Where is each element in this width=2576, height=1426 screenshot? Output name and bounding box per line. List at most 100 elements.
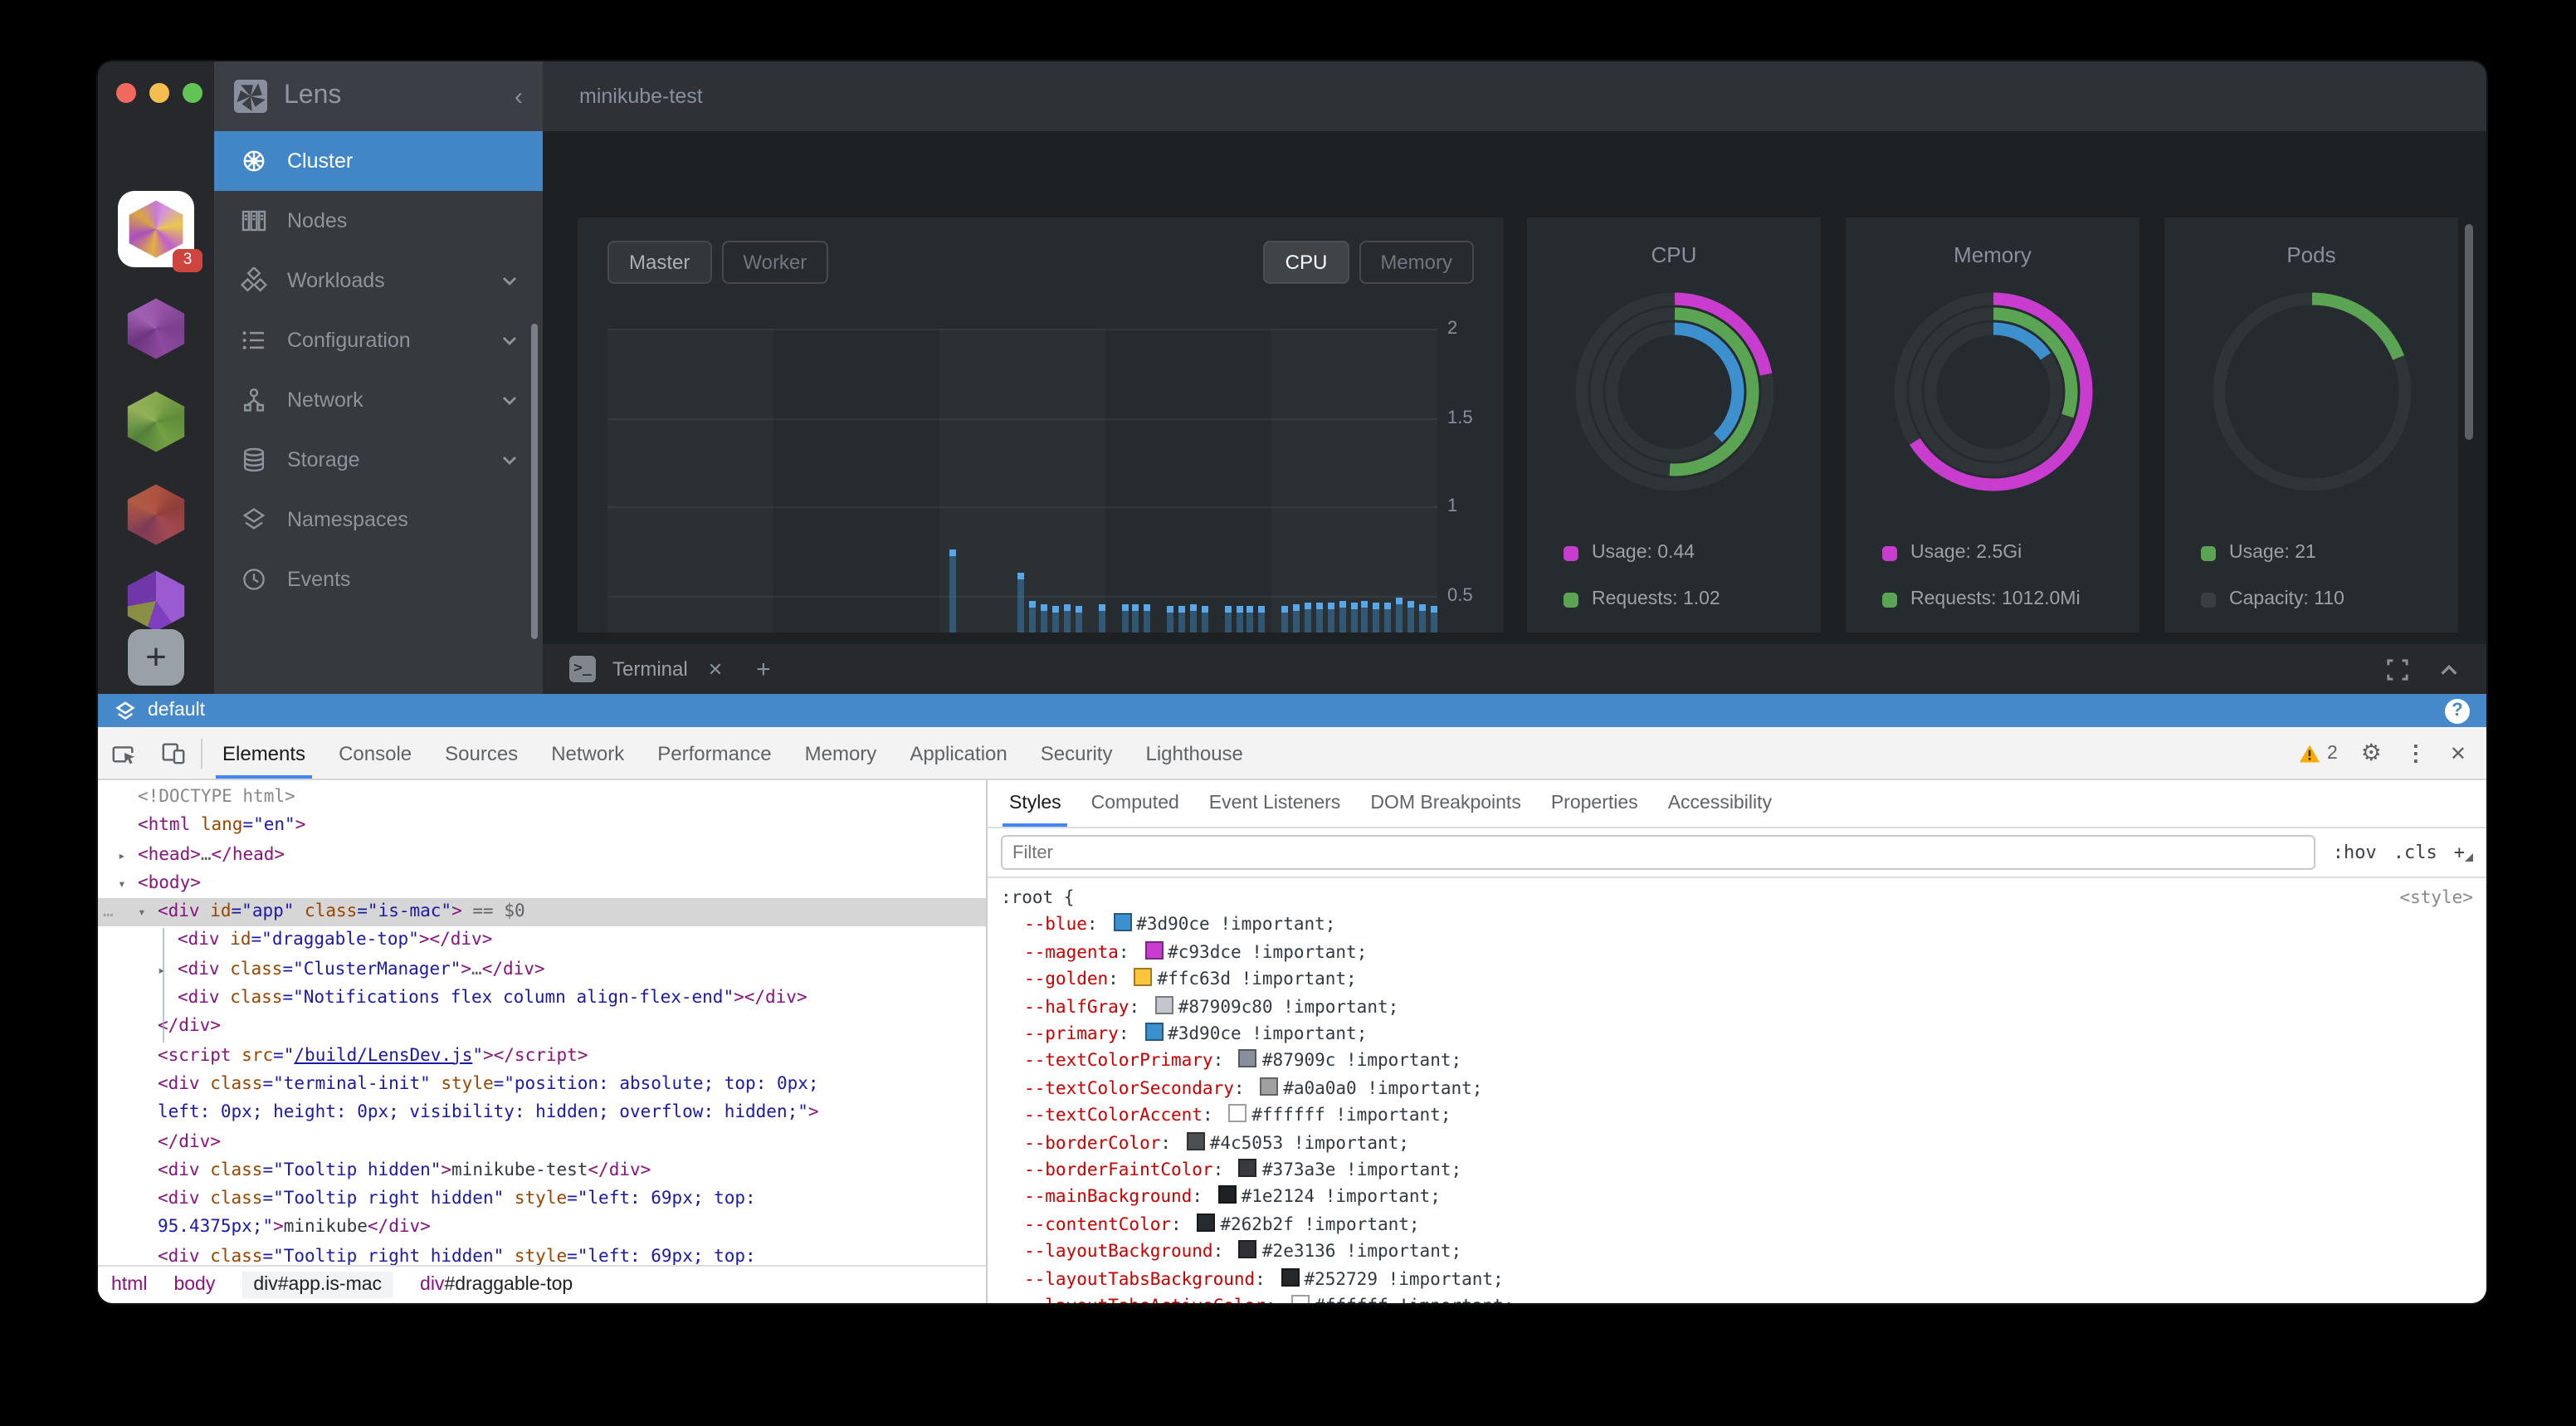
dom-node[interactable]: 95.4375px;">minikube</div> bbox=[98, 1214, 986, 1243]
devtools-tab-memory[interactable]: Memory bbox=[788, 727, 894, 779]
dom-node[interactable]: ▸<head>…</head> bbox=[98, 841, 986, 870]
devtools-tab-security[interactable]: Security bbox=[1024, 727, 1129, 779]
sidebar-item-namespaces[interactable]: Namespaces bbox=[214, 490, 543, 549]
color-swatch[interactable] bbox=[1218, 1186, 1237, 1204]
chevron-down-icon[interactable] bbox=[500, 390, 520, 410]
css-declaration[interactable]: --golden: #ffc63d !important; bbox=[1001, 966, 2473, 994]
toggle-pseudo-button[interactable]: :hov bbox=[2333, 842, 2377, 863]
dom-node[interactable]: <div class="Tooltip right hidden" style=… bbox=[98, 1243, 986, 1266]
css-declaration[interactable]: --contentColor: #262b2f !important; bbox=[1001, 1212, 2473, 1239]
color-swatch[interactable] bbox=[1144, 1023, 1163, 1041]
css-declaration[interactable]: --halfGray: #87909c80 !important; bbox=[1001, 994, 2473, 1021]
dom-node[interactable]: <div class="terminal-init" style="positi… bbox=[98, 1071, 986, 1100]
styles-tab-computed[interactable]: Computed bbox=[1076, 780, 1194, 827]
expand-arrow-open-icon[interactable]: ▾ bbox=[118, 870, 126, 899]
active-namespace[interactable]: default bbox=[148, 701, 205, 720]
css-declaration[interactable]: --primary: #3d90ce !important; bbox=[1001, 1021, 2473, 1048]
dom-node[interactable]: <!DOCTYPE html> bbox=[98, 784, 986, 813]
css-rules[interactable]: :root { <style> --blue: #3d90ce !importa… bbox=[988, 878, 2486, 1303]
terminal-add-icon[interactable]: + bbox=[756, 655, 771, 683]
add-cluster-button[interactable]: + bbox=[128, 629, 184, 686]
sidebar-item-configuration[interactable]: Configuration bbox=[214, 310, 543, 370]
gear-icon[interactable]: ⚙ bbox=[2361, 739, 2382, 767]
breadcrumb-item[interactable]: html bbox=[111, 1275, 147, 1295]
dom-tree[interactable]: <!DOCTYPE html><html lang="en">▸<head>…<… bbox=[98, 780, 986, 1265]
devtools-tab-network[interactable]: Network bbox=[534, 727, 641, 779]
device-toolbar-icon[interactable] bbox=[148, 727, 198, 779]
dom-node[interactable]: </div> bbox=[98, 1128, 986, 1157]
worker-toggle-button[interactable]: Worker bbox=[721, 241, 828, 284]
expand-arrow-closed-icon[interactable]: ▸ bbox=[158, 956, 166, 985]
color-swatch[interactable] bbox=[1239, 1241, 1257, 1259]
inspect-element-icon[interactable] bbox=[98, 727, 148, 779]
master-toggle-button[interactable]: Master bbox=[607, 241, 711, 284]
css-declaration[interactable]: --layoutTabsBackground: #252729 !importa… bbox=[1001, 1266, 2473, 1293]
devtools-tab-performance[interactable]: Performance bbox=[641, 727, 788, 779]
devtools-tab-lighthouse[interactable]: Lighthouse bbox=[1129, 727, 1259, 779]
dashboard-scrollbar[interactable] bbox=[2465, 224, 2473, 440]
css-declaration[interactable]: --textColorPrimary: #87909c !important; bbox=[1001, 1048, 2473, 1076]
sidebar-collapse-icon[interactable]: ‹ bbox=[515, 82, 523, 110]
color-swatch[interactable] bbox=[1155, 995, 1173, 1013]
css-declaration[interactable]: --mainBackground: #1e2124 !important; bbox=[1001, 1184, 2473, 1212]
close-traffic-light[interactable] bbox=[116, 83, 136, 103]
sidebar-item-workloads[interactable]: Workloads bbox=[214, 251, 543, 310]
color-swatch[interactable] bbox=[1239, 1050, 1257, 1068]
breadcrumb-item[interactable]: body bbox=[173, 1275, 215, 1295]
sidebar-item-cluster[interactable]: Cluster bbox=[214, 131, 543, 191]
help-icon[interactable]: ? bbox=[2445, 698, 2470, 723]
terminal-fullscreen-icon[interactable] bbox=[2387, 658, 2408, 680]
dom-node[interactable]: <div class="Tooltip hidden">minikube-tes… bbox=[98, 1157, 986, 1186]
styles-tab-styles[interactable]: Styles bbox=[994, 780, 1076, 827]
css-declaration[interactable]: --layoutBackground: #2e3136 !important; bbox=[1001, 1239, 2473, 1267]
minimize-traffic-light[interactable] bbox=[149, 83, 169, 103]
color-swatch[interactable] bbox=[1239, 1159, 1257, 1177]
color-swatch[interactable] bbox=[1260, 1077, 1278, 1096]
devtools-tab-sources[interactable]: Sources bbox=[428, 727, 534, 779]
dom-node[interactable]: ▾<body> bbox=[98, 870, 986, 899]
cluster-icon[interactable] bbox=[124, 569, 188, 632]
styles-tab-dom-breakpoints[interactable]: DOM Breakpoints bbox=[1355, 780, 1536, 827]
cluster-icon[interactable] bbox=[124, 483, 188, 546]
sidebar-item-events[interactable]: Events bbox=[214, 549, 543, 609]
css-declaration[interactable]: --blue: #3d90ce !important; bbox=[1001, 912, 2473, 940]
dom-node[interactable]: <div id="draggable-top"></div> bbox=[98, 927, 986, 956]
chevron-down-icon[interactable] bbox=[500, 271, 520, 291]
color-swatch[interactable] bbox=[1197, 1214, 1215, 1232]
devtools-tab-application[interactable]: Application bbox=[893, 727, 1023, 779]
expand-arrow-open-icon[interactable]: ▾ bbox=[138, 898, 146, 927]
cluster-icon-active[interactable]: 3 bbox=[118, 191, 194, 267]
css-declaration[interactable]: --layoutTabsActiveColor: #ffffff !import… bbox=[1001, 1293, 2473, 1303]
new-style-rule-button[interactable]: + bbox=[2454, 842, 2473, 863]
dom-node[interactable]: </div> bbox=[98, 1013, 986, 1043]
memory-toggle-button[interactable]: Memory bbox=[1359, 241, 1474, 284]
zoom-traffic-light[interactable] bbox=[183, 83, 202, 103]
chevron-down-icon[interactable] bbox=[500, 450, 520, 470]
terminal-tab[interactable]: Terminal bbox=[612, 657, 688, 681]
terminal-close-icon[interactable]: ✕ bbox=[708, 658, 723, 680]
expand-arrow-closed-icon[interactable]: ▸ bbox=[118, 841, 126, 870]
styles-tab-properties[interactable]: Properties bbox=[1536, 780, 1653, 827]
css-declaration[interactable]: --borderColor: #4c5053 !important; bbox=[1001, 1130, 2473, 1157]
dom-node[interactable]: left: 0px; height: 0px; visibility: hidd… bbox=[98, 1100, 986, 1129]
dom-node[interactable]: <script src="/build/LensDev.js"></script… bbox=[98, 1042, 986, 1071]
toggle-class-button[interactable]: .cls bbox=[2393, 842, 2437, 863]
color-swatch[interactable] bbox=[1291, 1295, 1310, 1303]
css-declaration[interactable]: --textColorAccent: #ffffff !important; bbox=[1001, 1103, 2473, 1131]
styles-filter-input[interactable] bbox=[1001, 835, 2316, 870]
css-declaration[interactable]: --magenta: #c93dce !important; bbox=[1001, 940, 2473, 967]
breadcrumb-item[interactable]: div#app.is-mac bbox=[242, 1272, 393, 1298]
css-declaration[interactable]: --borderFaintColor: #373a3e !important; bbox=[1001, 1157, 2473, 1184]
devtools-tab-console[interactable]: Console bbox=[322, 727, 428, 779]
sidebar-item-storage[interactable]: Storage bbox=[214, 430, 543, 490]
color-swatch[interactable] bbox=[1144, 941, 1163, 960]
sidebar-scrollbar[interactable] bbox=[531, 324, 538, 639]
cpu-toggle-button[interactable]: CPU bbox=[1264, 241, 1349, 284]
color-swatch[interactable] bbox=[1187, 1131, 1205, 1150]
color-swatch[interactable] bbox=[1134, 968, 1152, 986]
dom-node-selected[interactable]: …▾<div id="app" class="is-mac"> == $0 bbox=[98, 898, 986, 927]
sidebar-item-network[interactable]: Network bbox=[214, 370, 543, 430]
devtools-tab-elements[interactable]: Elements bbox=[206, 727, 322, 779]
cluster-icon[interactable] bbox=[124, 390, 188, 453]
dom-node[interactable]: <div class="Notifications flex column al… bbox=[98, 984, 986, 1013]
